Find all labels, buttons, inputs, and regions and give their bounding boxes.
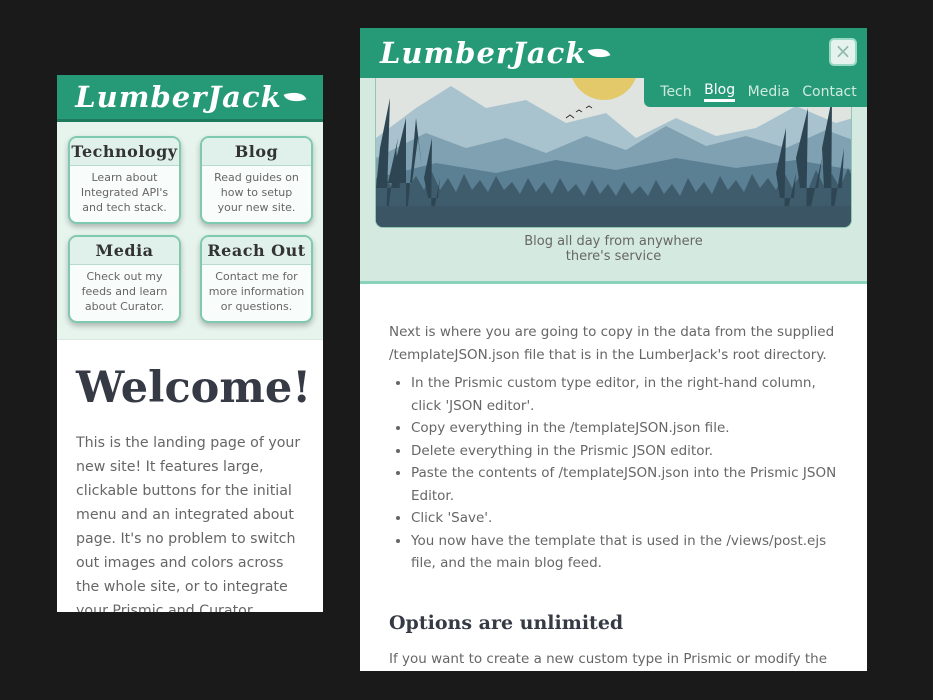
list-item: You now have the template that is used i… — [411, 530, 838, 575]
menu-card-blog[interactable]: Blog Read guides on how to setup your ne… — [200, 136, 313, 224]
menu-card-technology[interactable]: Technology Learn about Integrated API's … — [68, 136, 181, 224]
list-item: Click 'Save'. — [411, 507, 838, 530]
hero-section: Blog all day from anywhere there's servi… — [360, 78, 867, 284]
mobile-preview: LumberJack Technology Learn about Integr… — [57, 75, 323, 612]
section-paragraph: If you want to create a new custom type … — [389, 651, 828, 667]
close-button[interactable]: × — [829, 38, 857, 66]
menu-card-media[interactable]: Media Check out my feeds and learn about… — [68, 235, 181, 323]
steps-list: In the Prismic custom type editor, in th… — [411, 372, 838, 575]
nav-contact[interactable]: Contact — [802, 84, 856, 100]
menu-card-title: Media — [70, 237, 179, 265]
welcome-heading: Welcome! — [76, 363, 312, 413]
blog-header: LumberJack × — [360, 28, 867, 78]
menu-card-title: Blog — [202, 138, 311, 166]
nav-media[interactable]: Media — [748, 84, 790, 100]
menu-card-description: Contact me for more information or quest… — [208, 270, 305, 313]
main-nav: Tech Blog Media Contact — [644, 76, 867, 107]
menu-card-reach-out[interactable]: Reach Out Contact me for more informatio… — [200, 235, 313, 323]
hero-caption: Blog all day from anywhere there's servi… — [360, 234, 867, 264]
leaf-icon — [283, 87, 307, 107]
brand-logo[interactable]: LumberJack — [75, 80, 307, 114]
mobile-header: LumberJack — [57, 75, 323, 122]
hero-caption-line: Blog all day from anywhere — [524, 234, 703, 249]
menu-card-title: Technology — [70, 138, 179, 166]
leaf-icon — [587, 43, 611, 63]
hero-caption-line: there's service — [565, 249, 662, 264]
menu-card-title: Reach Out — [202, 237, 311, 265]
intro-paragraph: Next is where you are going to copy in t… — [389, 324, 835, 363]
menu-grid: Technology Learn about Integrated API's … — [57, 122, 323, 340]
list-item: Delete everything in the Prismic JSON ed… — [411, 440, 838, 463]
menu-card-description: Read guides on how to setup your new sit… — [214, 171, 299, 214]
mobile-body: Welcome! This is the landing page of you… — [57, 340, 323, 612]
list-item: Paste the contents of /templateJSON.json… — [411, 462, 838, 507]
blog-window: LumberJack × Blog all day from anywhere … — [360, 28, 867, 671]
welcome-paragraph: This is the landing page of your new sit… — [76, 435, 301, 612]
list-item: In the Prismic custom type editor, in th… — [411, 372, 838, 417]
nav-tech[interactable]: Tech — [660, 84, 691, 100]
menu-card-description: Learn about Integrated API's and tech st… — [80, 171, 169, 214]
brand-logo-text: LumberJack — [75, 80, 282, 114]
nav-blog[interactable]: Blog — [704, 82, 736, 102]
brand-logo-text: LumberJack — [380, 36, 587, 70]
section-heading: Options are unlimited — [389, 611, 624, 634]
list-item: Copy everything in the /templateJSON.jso… — [411, 417, 838, 440]
brand-logo[interactable]: LumberJack — [380, 36, 611, 70]
menu-card-description: Check out my feeds and learn about Curat… — [81, 270, 168, 313]
blog-content: Next is where you are going to copy in t… — [360, 284, 867, 671]
